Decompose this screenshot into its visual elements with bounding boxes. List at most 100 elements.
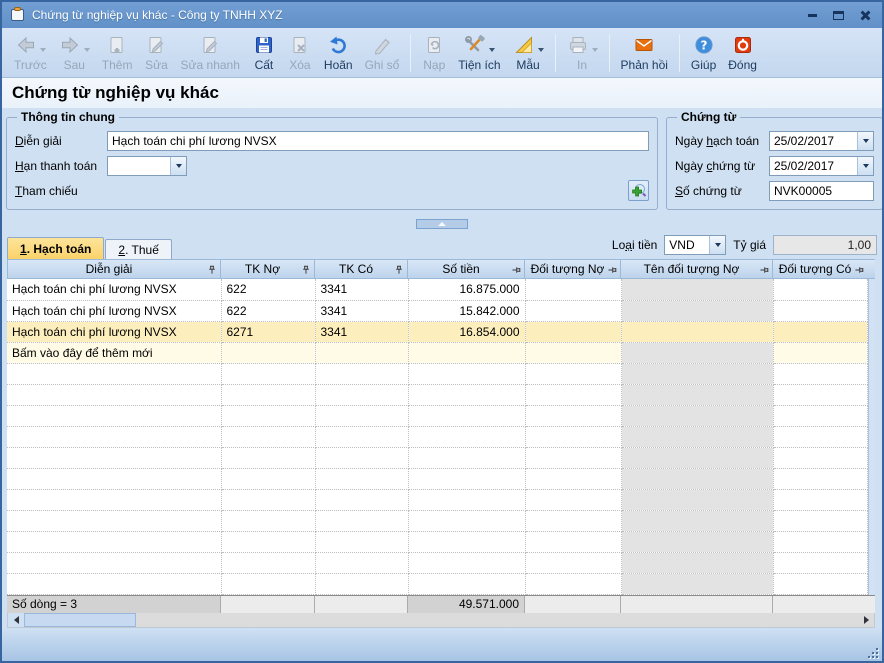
- exchange-rate-label: Tỷ giá: [733, 238, 766, 252]
- edit-document-icon: [149, 37, 164, 53]
- toolbar-button-close-form[interactable]: Đóng: [722, 30, 763, 76]
- posting-date-picker[interactable]: 25/02/2017: [769, 130, 874, 151]
- toolbar-button-feedback[interactable]: Phản hồi: [615, 30, 674, 76]
- table-row[interactable]: Hạch toán chi phí lương NVSX 622 3341 16…: [7, 279, 868, 301]
- table-row-selected[interactable]: Hạch toán chi phí lương NVSX 6271 3341 1…: [7, 321, 868, 343]
- chevron-down-icon[interactable]: [709, 236, 726, 254]
- scrollbar-thumb[interactable]: [24, 612, 136, 627]
- utilities-tools-icon: [464, 34, 485, 52]
- minimize-button[interactable]: [804, 8, 820, 22]
- undo-icon: [330, 36, 347, 54]
- toolbar-button-template[interactable]: Mẫu: [507, 30, 550, 76]
- description-label: Diễn giải: [15, 133, 62, 148]
- table-row[interactable]: Hạch toán chi phí lương NVSX 622 3341 15…: [7, 300, 868, 322]
- toolbar-button-forward: Sau: [53, 30, 96, 76]
- group-general-info-legend: Thông tin chung: [21, 110, 115, 124]
- exchange-rate-input: 1,00: [773, 235, 877, 255]
- svg-text:?: ?: [700, 39, 707, 53]
- toolbar-separator: [678, 34, 680, 72]
- table-row-empty: [7, 363, 868, 385]
- accounting-grid: Diễn giải TK Nợ TK Có Số tiền Đối tượng …: [7, 259, 875, 628]
- maximize-icon: [832, 10, 844, 20]
- pin-icon[interactable]: [394, 265, 404, 275]
- splitter: [2, 218, 882, 230]
- splitter-handle[interactable]: [416, 219, 468, 229]
- new-row[interactable]: Bấm vào đây để thêm mới: [7, 342, 868, 364]
- grid-table: Hạch toán chi phí lương NVSX 622 3341 16…: [7, 279, 868, 595]
- toolbar-button-post: Ghi sổ: [359, 30, 406, 76]
- print-icon: [569, 37, 586, 53]
- column-header-credit-object[interactable]: Đối tượng Có: [773, 259, 867, 279]
- voucher-date-picker[interactable]: 25/02/2017: [769, 155, 874, 176]
- pin-icon[interactable]: [854, 265, 864, 275]
- toolbar-button-edit: Sửa: [138, 30, 174, 76]
- toolbar-button-utilities[interactable]: Tiện ích: [452, 30, 506, 76]
- scroll-left-button[interactable]: [8, 612, 24, 627]
- grid-summary-row: Số dòng = 3 49.571.000: [7, 594, 875, 613]
- voucher-number-input[interactable]: [769, 180, 874, 201]
- close-button[interactable]: [856, 8, 872, 22]
- grid-header: Diễn giải TK Nợ TK Có Số tiền Đối tượng …: [7, 259, 875, 279]
- window-title: Chứng từ nghiệp vụ khác - Công ty TNHH X…: [32, 8, 283, 22]
- currency-label: Loại tiền: [611, 238, 658, 252]
- voucher-number-label: Số chứng từ: [675, 183, 742, 198]
- column-header-credit-account[interactable]: TK Có: [315, 259, 408, 279]
- tab-thue[interactable]: 2. Thuế: [105, 239, 172, 259]
- collapse-up-icon: [438, 222, 446, 226]
- minimize-icon: [807, 13, 817, 17]
- chevron-down-icon: [488, 48, 495, 52]
- toolbar-button-delete: Xóa: [282, 30, 318, 76]
- table-row-empty: [7, 552, 868, 574]
- toolbar-button-print: In: [561, 30, 604, 76]
- toolbar-button-add: Thêm: [96, 30, 139, 76]
- add-reference-button[interactable]: [628, 180, 649, 201]
- maximize-button[interactable]: [830, 8, 846, 22]
- toolbar-button-help[interactable]: ? Giúp: [685, 30, 722, 76]
- pin-icon[interactable]: [511, 265, 521, 275]
- pin-icon[interactable]: [301, 265, 311, 275]
- horizontal-scrollbar[interactable]: [7, 612, 875, 628]
- toolbar-separator: [554, 34, 556, 72]
- table-row-empty: [7, 447, 868, 469]
- column-header-debit-object[interactable]: Đối tượng Nợ: [525, 259, 621, 279]
- resize-grip[interactable]: [866, 646, 878, 658]
- table-row-empty: [7, 426, 868, 448]
- chevron-down-icon: [83, 48, 90, 52]
- pin-icon[interactable]: [607, 265, 617, 275]
- toolbar-separator: [608, 34, 610, 72]
- currency-combobox[interactable]: VND: [664, 235, 727, 255]
- tab-hach-toan[interactable]: 1. Hạch toán: [7, 237, 105, 259]
- chevron-down-icon[interactable]: [170, 156, 186, 175]
- column-header-amount[interactable]: Số tiền: [408, 259, 525, 279]
- pin-icon[interactable]: [759, 265, 769, 275]
- forward-arrow-icon: [61, 36, 79, 54]
- chevron-down-icon[interactable]: [857, 131, 873, 150]
- posting-date-label: Ngày hạch toán: [675, 133, 760, 148]
- post-pencil-icon: [374, 38, 390, 55]
- pin-icon[interactable]: [207, 265, 217, 275]
- toolbar: Trước Sau Thêm Sửa Sửa nhanh Cất Xóa Hoã…: [2, 28, 882, 78]
- toolbar-button-undo[interactable]: Hoãn: [318, 30, 359, 76]
- payment-term-combobox[interactable]: [107, 155, 187, 176]
- grid-header-filler: [867, 259, 875, 279]
- feedback-envelope-icon: [635, 39, 653, 51]
- column-header-description[interactable]: Diễn giải: [7, 259, 221, 279]
- add-reference-icon: [631, 183, 646, 197]
- table-row-empty: [7, 384, 868, 406]
- chevron-down-icon[interactable]: [857, 156, 873, 175]
- description-input[interactable]: [107, 130, 649, 151]
- scroll-right-icon: [863, 615, 869, 624]
- column-header-debit-account[interactable]: TK Nợ: [221, 259, 315, 279]
- app-icon: [10, 7, 26, 23]
- toolbar-button-save[interactable]: Cất: [246, 30, 282, 76]
- voucher-date-label: Ngày chứng từ: [675, 158, 756, 173]
- vertical-scrollbar[interactable]: [867, 279, 875, 595]
- toolbar-button-quick-edit: Sửa nhanh: [174, 30, 245, 76]
- scroll-right-button[interactable]: [858, 612, 874, 627]
- chevron-down-icon: [591, 48, 598, 52]
- grid-body: Hạch toán chi phí lương NVSX 622 3341 16…: [7, 279, 868, 595]
- close-icon: [859, 10, 870, 21]
- delete-icon: [293, 37, 306, 53]
- column-header-debit-object-name[interactable]: Tên đối tượng Nợ: [621, 259, 773, 279]
- titlebar: Chứng từ nghiệp vụ khác - Công ty TNHH X…: [2, 2, 882, 28]
